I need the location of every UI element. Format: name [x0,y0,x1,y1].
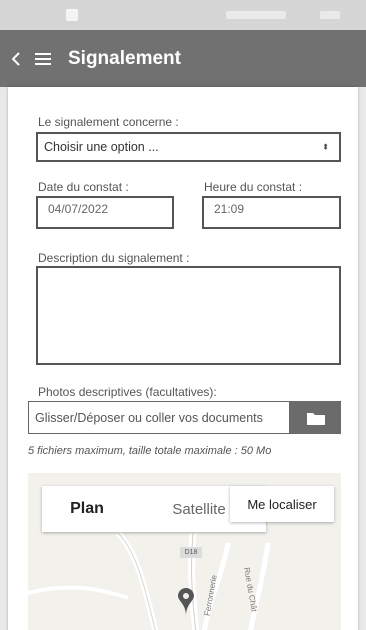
date-label: Date du constat : [38,180,129,194]
photos-label: Photos descriptives (facultatives): [38,385,217,399]
browse-files-button[interactable] [290,401,341,434]
locate-me-button[interactable]: Me localiser [230,486,334,522]
status-bar [0,0,366,30]
concern-select-value: Choisir une option ... [44,140,159,154]
hamburger-menu-icon [35,52,51,65]
chevron-left-icon [11,51,20,66]
select-arrows-icon: ⬍ [322,142,329,152]
map-view[interactable]: D18 Ferronnerie Rue du Chât Plan Satelli… [28,473,341,630]
concern-select[interactable]: Choisir une option ... ⬍ [36,132,341,162]
concern-label: Le signalement concerne : [38,115,179,129]
description-label: Description du signalement : [38,251,190,265]
time-input[interactable]: 21:09 [202,196,341,229]
app-bar: Signalement [0,30,366,87]
page-title: Signalement [68,47,181,69]
road-badge: D18 [180,547,202,558]
date-input[interactable]: 04/07/2022 [36,196,174,229]
photos-file-row: Glisser/Déposer ou coller vos documents [28,401,341,434]
folder-icon [306,412,325,425]
photos-placeholder: Glisser/Déposer ou coller vos documents [35,410,263,425]
photos-dropzone-input[interactable]: Glisser/Déposer ou coller vos documents [28,401,290,434]
back-button[interactable] [2,30,30,87]
battery-icon [320,11,340,19]
map-pin-icon [178,588,194,616]
status-icons [226,11,286,19]
map-pin[interactable] [178,588,194,621]
tab-plan[interactable]: Plan [42,486,132,532]
menu-button[interactable] [30,30,56,87]
description-textarea[interactable] [36,266,341,365]
time-label: Heure du constat : [204,180,303,194]
photos-hint: 5 fichiers maximum, taille totale maxima… [28,445,272,457]
time-value: 21:09 [214,202,245,216]
notification-icon [66,9,78,21]
date-value: 04/07/2022 [48,202,109,216]
